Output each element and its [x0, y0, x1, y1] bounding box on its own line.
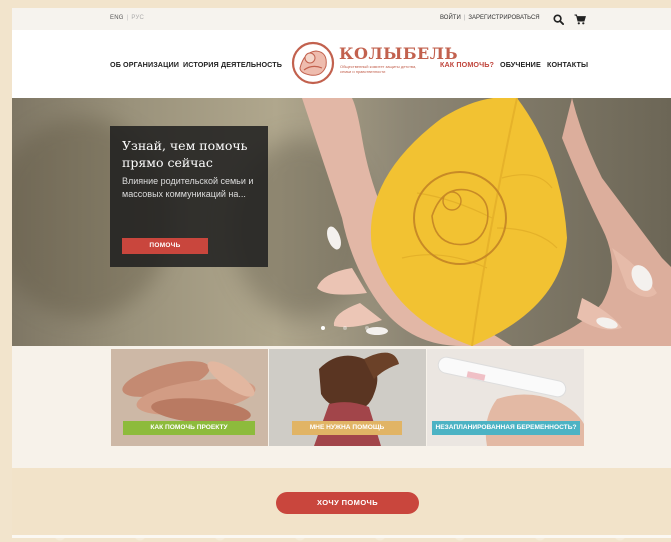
tile-label-unplanned-pregnancy[interactable]: НЕЗАПЛАНИРОВАННАЯ БЕРЕМЕННОСТЬ?	[432, 421, 580, 435]
tile-unplanned-pregnancy[interactable]: НЕЗАПЛАНИРОВАННАЯ БЕРЕМЕННОСТЬ?	[427, 349, 584, 446]
lang-eng[interactable]: ENG	[110, 15, 124, 21]
auth-links: ВОЙТИ | ЗАРЕГИСТРИРОВАТЬСЯ	[440, 15, 540, 21]
login-link[interactable]: ВОЙТИ	[440, 15, 461, 21]
nav-item-history[interactable]: ИСТОРИЯ	[183, 60, 219, 69]
top-bar: ENG | РУС ВОЙТИ | ЗАРЕГИСТРИРОВАТЬСЯ	[12, 8, 671, 30]
hero-text: Влияние родительской семьи и массовых ко…	[122, 176, 254, 199]
page: ENG | РУС ВОЙТИ | ЗАРЕГИСТРИРОВАТЬСЯ ОБ ОРГА…	[12, 8, 671, 538]
cart-icon[interactable]	[574, 14, 586, 25]
tile-label-how-to-help-project[interactable]: КАК ПОМОЧЬ ПРОЕКТУ	[123, 421, 255, 435]
tile-need-help[interactable]: МНЕ НУЖНА ПОМОЩЬ	[269, 349, 426, 446]
slider-dot-1[interactable]	[321, 326, 325, 330]
register-link[interactable]: ЗАРЕГИСТРИРОВАТЬСЯ	[468, 15, 539, 21]
slider-dot-2[interactable]	[343, 326, 347, 330]
logo-subtitle: Общественный комитет защиты детства, сем…	[340, 64, 417, 74]
lang-rus[interactable]: РУС	[131, 15, 144, 21]
hero-slider[interactable]: Узнай, чем помочь прямо сейчас Влияние р…	[12, 98, 671, 346]
hero-card: Узнай, чем помочь прямо сейчас Влияние р…	[110, 126, 268, 267]
nav-item-activity[interactable]: ДЕЯТЕЛЬНОСТЬ	[221, 60, 282, 69]
slider-dot-3[interactable]	[365, 326, 369, 330]
hero-image-hands-leaf	[302, 98, 671, 346]
hero-help-button[interactable]: ПОМОЧЬ	[122, 238, 208, 254]
language-switcher: ENG | РУС	[110, 15, 144, 21]
nav-item-contacts[interactable]: КОНТАКТЫ	[547, 60, 588, 69]
nav-item-about[interactable]: ОБ ОРГАНИЗАЦИИ	[110, 60, 179, 69]
nav-item-how-to-help[interactable]: КАК ПОМОЧЬ?	[440, 60, 494, 69]
bottom-divider	[12, 535, 671, 538]
tile-label-need-help[interactable]: МНЕ НУЖНА ПОМОЩЬ	[292, 421, 402, 435]
logo-emblem	[291, 41, 335, 85]
tile-how-to-help-project[interactable]: КАК ПОМОЧЬ ПРОЕКТУ	[111, 349, 268, 446]
want-to-help-button[interactable]: ХОЧУ ПОМОЧЬ	[276, 492, 419, 514]
logo[interactable]: КОЛЫБЕЛЬ Общественный комитет защиты дет…	[290, 40, 458, 88]
hero-title: Узнай, чем помочь прямо сейчас	[122, 138, 248, 170]
nav-item-education[interactable]: ОБУЧЕНИЕ	[500, 60, 541, 69]
search-icon[interactable]	[553, 14, 564, 25]
